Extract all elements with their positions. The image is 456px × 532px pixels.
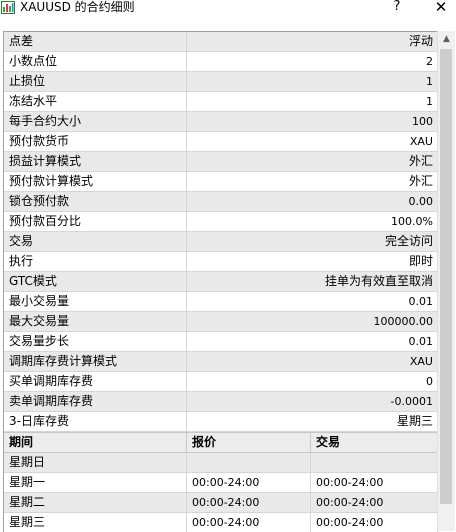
property-name: 卖单调期库存费 (4, 392, 187, 411)
property-name: 止损位 (4, 72, 187, 91)
property-name: 3-日库存费 (4, 412, 187, 431)
property-row[interactable]: 交易量步长 0.01 (4, 332, 438, 352)
column-header-trade[interactable]: 交易 (311, 433, 438, 452)
property-name: 交易 (4, 232, 187, 251)
property-row[interactable]: 锁仓预付款 0.00 (4, 192, 438, 212)
property-value: 完全访问 (384, 234, 433, 248)
property-row[interactable]: 预付款货币 XAU (4, 132, 438, 152)
property-row[interactable]: 最小交易量 0.01 (4, 292, 438, 312)
window-title: XAUUSD 的合约细则 (20, 0, 135, 14)
session-trade (311, 453, 438, 472)
property-value: 100000.00 (373, 315, 434, 328)
property-value: 0.01 (408, 335, 434, 348)
property-value: 0.01 (408, 295, 434, 308)
property-name: 执行 (4, 252, 187, 271)
property-name: 最大交易量 (4, 312, 187, 331)
property-value: 1 (426, 75, 433, 88)
property-row[interactable]: 交易 完全访问 (4, 232, 438, 252)
close-button[interactable]: ✕ (430, 0, 452, 16)
session-row[interactable]: 星期三 00:00-24:00 00:00-24:00 (4, 513, 438, 532)
property-value: 100 (412, 115, 433, 128)
property-value: -0.0001 (390, 395, 433, 408)
arrow-up-icon[interactable]: ▲ (438, 31, 455, 48)
specification-table: 点差 浮动 小数点位 2 止损位 1 冻结水平 1 每手合约大小 100 预付款货币 XAU… (3, 31, 438, 532)
property-name: GTC模式 (4, 272, 187, 291)
property-row[interactable]: 执行 即时 (4, 252, 438, 272)
property-value: 2 (426, 55, 433, 68)
property-value: 外汇 (408, 174, 433, 188)
property-row[interactable]: 小数点位 2 (4, 52, 438, 72)
session-quote (187, 453, 311, 472)
property-row[interactable]: 最大交易量 100000.00 (4, 312, 438, 332)
property-value: XAU (409, 135, 433, 148)
property-value: 外汇 (408, 154, 433, 168)
property-row[interactable]: 点差 浮动 (4, 32, 438, 52)
property-row[interactable]: 调期库存费计算模式 XAU (4, 352, 438, 372)
property-row[interactable]: 损益计算模式 外汇 (4, 152, 438, 172)
session-row[interactable]: 星期一 00:00-24:00 00:00-24:00 (4, 473, 438, 493)
session-day: 星期一 (4, 473, 187, 492)
column-header-quote[interactable]: 报价 (187, 433, 311, 452)
property-name: 冻结水平 (4, 92, 187, 111)
properties-list: 点差 浮动 小数点位 2 止损位 1 冻结水平 1 每手合约大小 100 预付款货币 XAU… (4, 32, 438, 432)
session-trade: 00:00-24:00 (311, 473, 438, 492)
property-value: 浮动 (408, 34, 433, 48)
chart-window-icon (1, 1, 15, 14)
column-header-period[interactable]: 期间 (4, 433, 187, 452)
property-name: 锁仓预付款 (4, 192, 187, 211)
scroll-thumb[interactable] (440, 49, 452, 504)
property-value: XAU (409, 355, 433, 368)
title-bar: XAUUSD 的合约细则 ? ✕ (0, 0, 456, 16)
property-row[interactable]: 预付款百分比 100.0% (4, 212, 438, 232)
property-name: 点差 (4, 32, 187, 51)
property-row[interactable]: 买单调期库存费 0 (4, 372, 438, 392)
property-name: 调期库存费计算模式 (4, 352, 187, 371)
property-value: 1 (426, 95, 433, 108)
property-value: 0 (426, 375, 433, 388)
property-row[interactable]: 冻结水平 1 (4, 92, 438, 112)
property-name: 每手合约大小 (4, 112, 187, 131)
session-trade: 00:00-24:00 (311, 513, 438, 532)
sessions-list: 星期日 星期一 00:00-24:00 00:00-24:00 星期二 00:0… (4, 453, 438, 532)
session-day: 星期二 (4, 493, 187, 512)
property-name: 交易量步长 (4, 332, 187, 351)
property-name: 小数点位 (4, 52, 187, 71)
property-row[interactable]: GTC模式 挂单为有效直至取消 (4, 272, 438, 292)
property-row[interactable]: 3-日库存费 星期三 (4, 412, 438, 432)
property-value: 100.0% (391, 215, 433, 228)
property-value: 挂单为有效直至取消 (324, 274, 433, 288)
property-row[interactable]: 预付款计算模式 外汇 (4, 172, 438, 192)
property-name: 损益计算模式 (4, 152, 187, 171)
property-name: 预付款货币 (4, 132, 187, 151)
session-quote: 00:00-24:00 (187, 493, 311, 512)
property-name: 预付款百分比 (4, 212, 187, 231)
vertical-scrollbar[interactable]: ▲ (437, 31, 455, 531)
property-name: 最小交易量 (4, 292, 187, 311)
property-value: 星期三 (396, 414, 433, 428)
property-row[interactable]: 卖单调期库存费 -0.0001 (4, 392, 438, 412)
session-row[interactable]: 星期日 (4, 453, 438, 473)
session-quote: 00:00-24:00 (187, 473, 311, 492)
property-name: 买单调期库存费 (4, 372, 187, 391)
session-day: 星期日 (4, 453, 187, 472)
session-day: 星期三 (4, 513, 187, 532)
property-name: 预付款计算模式 (4, 172, 187, 191)
property-row[interactable]: 每手合约大小 100 (4, 112, 438, 132)
session-trade: 00:00-24:00 (311, 493, 438, 512)
session-quote: 00:00-24:00 (187, 513, 311, 532)
sessions-header: 期间 报价 交易 (4, 432, 438, 453)
help-button[interactable]: ? (387, 0, 407, 16)
session-row[interactable]: 星期二 00:00-24:00 00:00-24:00 (4, 493, 438, 513)
property-row[interactable]: 止损位 1 (4, 72, 438, 92)
property-value: 即时 (408, 254, 433, 268)
property-value: 0.00 (408, 195, 434, 208)
